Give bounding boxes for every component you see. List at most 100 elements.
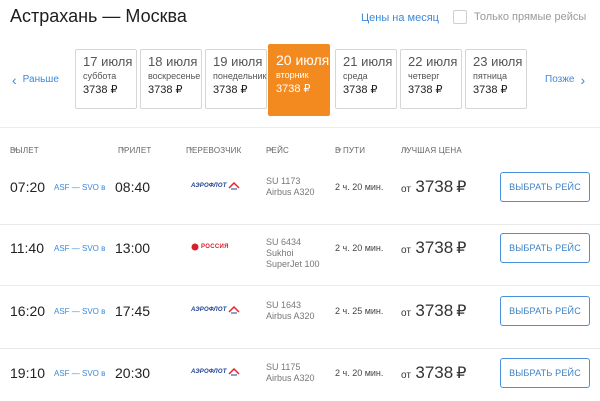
chevron-right-icon: › <box>580 71 586 88</box>
ruble-icon: ₽ <box>456 365 467 382</box>
carrier-logo-text: РОССИЯ <box>201 244 229 250</box>
flight-info: SU 6434 Sukhoi SuperJet 100 <box>266 237 322 270</box>
caret-down-icon: ▾ <box>338 147 342 154</box>
departure-time: 07:20 <box>10 179 46 195</box>
flight-info: SU 1173 Airbus A320 <box>266 176 315 198</box>
aeroflot-logo-icon <box>228 306 240 314</box>
date-card-price: 3738 ₽ <box>343 84 378 96</box>
earlier-dates-button[interactable]: ‹ Раньше <box>12 71 59 88</box>
date-card-weekday: четверг <box>408 71 440 81</box>
aircraft-type: Airbus A320 <box>266 311 315 321</box>
flight-row: 16:20 ASF — SVO в 17:45 АЭРОФЛОТ SU 1643 Airb… <box>0 286 600 349</box>
price-amount: 3738 <box>415 363 454 382</box>
flight-price: от 3738 ₽ <box>401 301 466 321</box>
route-codes: ASF — SVO в <box>54 183 106 192</box>
date-card-price: 3738 ₽ <box>276 83 311 95</box>
carrier-logo-text: АЭРОФЛОТ <box>191 307 227 313</box>
price-from-label: от <box>401 245 411 256</box>
date-card[interactable]: 22 июля четверг 3738 ₽ <box>400 49 462 109</box>
carrier-logo-text: АЭРОФЛОТ <box>191 183 227 189</box>
arrival-time: 17:45 <box>115 303 151 319</box>
date-card-price: 3738 ₽ <box>148 84 183 96</box>
flight-row: 11:40 ASF — SVO в 13:00 РОССИЯ SU 6434 Sukhoi… <box>0 223 600 286</box>
date-card-weekday: суббота <box>83 71 117 81</box>
departure-time: 11:40 <box>10 240 44 256</box>
flight-number: SU 1175 <box>266 362 301 372</box>
date-card-weekday: вторник <box>276 70 309 80</box>
caret-down-icon: ▾ <box>404 147 408 154</box>
aircraft-type: Sukhoi SuperJet 100 <box>266 248 320 269</box>
date-card-date: 21 июля <box>343 54 393 69</box>
flight-row: 19:10 ASF — SVO в 20:30 АЭРОФЛОТ SU 1175 Airb… <box>0 348 600 401</box>
direct-only-filter[interactable]: Только прямые рейсы <box>453 10 586 24</box>
date-card-weekday: понедельник <box>213 71 267 81</box>
arrival-time: 13:00 <box>115 240 151 256</box>
aeroflot-logo-icon <box>228 368 240 376</box>
carrier-logo: АЭРОФЛОТ <box>191 182 240 190</box>
price-amount: 3738 <box>415 301 454 320</box>
flight-price: от 3738 ₽ <box>401 238 466 258</box>
date-card[interactable]: 21 июля среда 3738 ₽ <box>335 49 397 109</box>
flight-number: SU 1173 <box>266 176 301 186</box>
date-card[interactable]: 20 июля вторник 3738 ₽ <box>268 44 330 116</box>
date-card-weekday: пятница <box>473 71 508 81</box>
date-card-date: 18 июля <box>148 54 198 69</box>
date-card-date: 19 июля <box>213 54 263 69</box>
page-header: Астрахань — Москва Цены на месяц Только … <box>0 0 600 38</box>
price-from-label: от <box>401 184 411 195</box>
date-card[interactable]: 17 июля суббота 3738 ₽ <box>75 49 137 109</box>
direct-only-checkbox[interactable] <box>453 10 467 24</box>
select-flight-button[interactable]: ВЫБРАТЬ РЕЙС <box>500 358 590 388</box>
route-codes: ASF — SVO в <box>54 244 106 253</box>
select-flight-button[interactable]: ВЫБРАТЬ РЕЙС <box>500 296 590 326</box>
chevron-left-icon: ‹ <box>12 71 17 88</box>
price-from-label: от <box>401 308 411 319</box>
select-flight-button[interactable]: ВЫБРАТЬ РЕЙС <box>500 172 590 202</box>
price-amount: 3738 <box>415 238 454 257</box>
aircraft-type: Airbus A320 <box>266 373 315 383</box>
date-card[interactable]: 19 июля понедельник 3738 ₽ <box>205 49 267 109</box>
carrier-logo: РОССИЯ <box>191 243 229 251</box>
ruble-icon: ₽ <box>456 303 467 320</box>
departure-time: 16:20 <box>10 303 46 319</box>
flight-number: SU 6434 <box>266 237 302 247</box>
aeroflot-logo-icon <box>228 182 240 190</box>
carrier-logo-text: АЭРОФЛОТ <box>191 369 227 375</box>
select-flight-button[interactable]: ВЫБРАТЬ РЕЙС <box>500 233 590 263</box>
date-card-price: 3738 ₽ <box>213 84 248 96</box>
col-carrier-label: ПЕРЕВОЗЧИК <box>186 146 242 155</box>
date-card-weekday: среда <box>343 71 368 81</box>
date-selector: ‹ Раньше 17 июля суббота 3738 ₽ 18 июля воск… <box>0 44 600 118</box>
date-card-weekday: воскресенье <box>148 71 201 81</box>
flight-duration: 2 ч. 20 мин. <box>335 182 384 192</box>
route-codes: ASF — SVO в <box>54 369 106 378</box>
arrival-time: 20:30 <box>115 365 151 381</box>
flight-info: SU 1643 Airbus A320 <box>266 300 315 322</box>
flight-duration: 2 ч. 25 мин. <box>335 306 384 316</box>
flight-price: от 3738 ₽ <box>401 177 466 197</box>
rossiya-logo-icon <box>191 243 199 251</box>
caret-down-icon: ▾ <box>189 147 193 154</box>
flight-duration: 2 ч. 20 мин. <box>335 368 384 378</box>
date-card[interactable]: 23 июля пятница 3738 ₽ <box>465 49 527 109</box>
date-card-date: 23 июля <box>473 54 523 69</box>
ruble-icon: ₽ <box>456 179 467 196</box>
flight-price: от 3738 ₽ <box>401 363 466 383</box>
later-dates-button[interactable]: Позже › <box>545 71 586 88</box>
earlier-dates-label: Раньше <box>22 74 59 85</box>
page-title: Астрахань — Москва <box>10 6 187 26</box>
route-codes: ASF — SVO в <box>54 307 106 316</box>
date-card[interactable]: 18 июля воскресенье 3738 ₽ <box>140 49 202 109</box>
flight-row: 07:20 ASF — SVO в 08:40 АЭРОФЛОТ SU 1173 Airb… <box>0 162 600 225</box>
date-card-price: 3738 ₽ <box>408 84 443 96</box>
caret-down-icon: ▾ <box>13 147 17 154</box>
flight-info: SU 1175 Airbus A320 <box>266 362 315 384</box>
arrival-time: 08:40 <box>115 179 151 195</box>
date-card-date: 22 июля <box>408 54 458 69</box>
col-best-price-label: ЛУЧШАЯ ЦЕНА <box>401 146 462 155</box>
caret-down-icon: ▾ <box>121 147 125 154</box>
carrier-logo: АЭРОФЛОТ <box>191 306 240 314</box>
direct-only-label: Только прямые рейсы <box>474 11 587 23</box>
price-from-label: от <box>401 370 411 381</box>
month-prices-link[interactable]: Цены на месяц <box>361 12 439 24</box>
